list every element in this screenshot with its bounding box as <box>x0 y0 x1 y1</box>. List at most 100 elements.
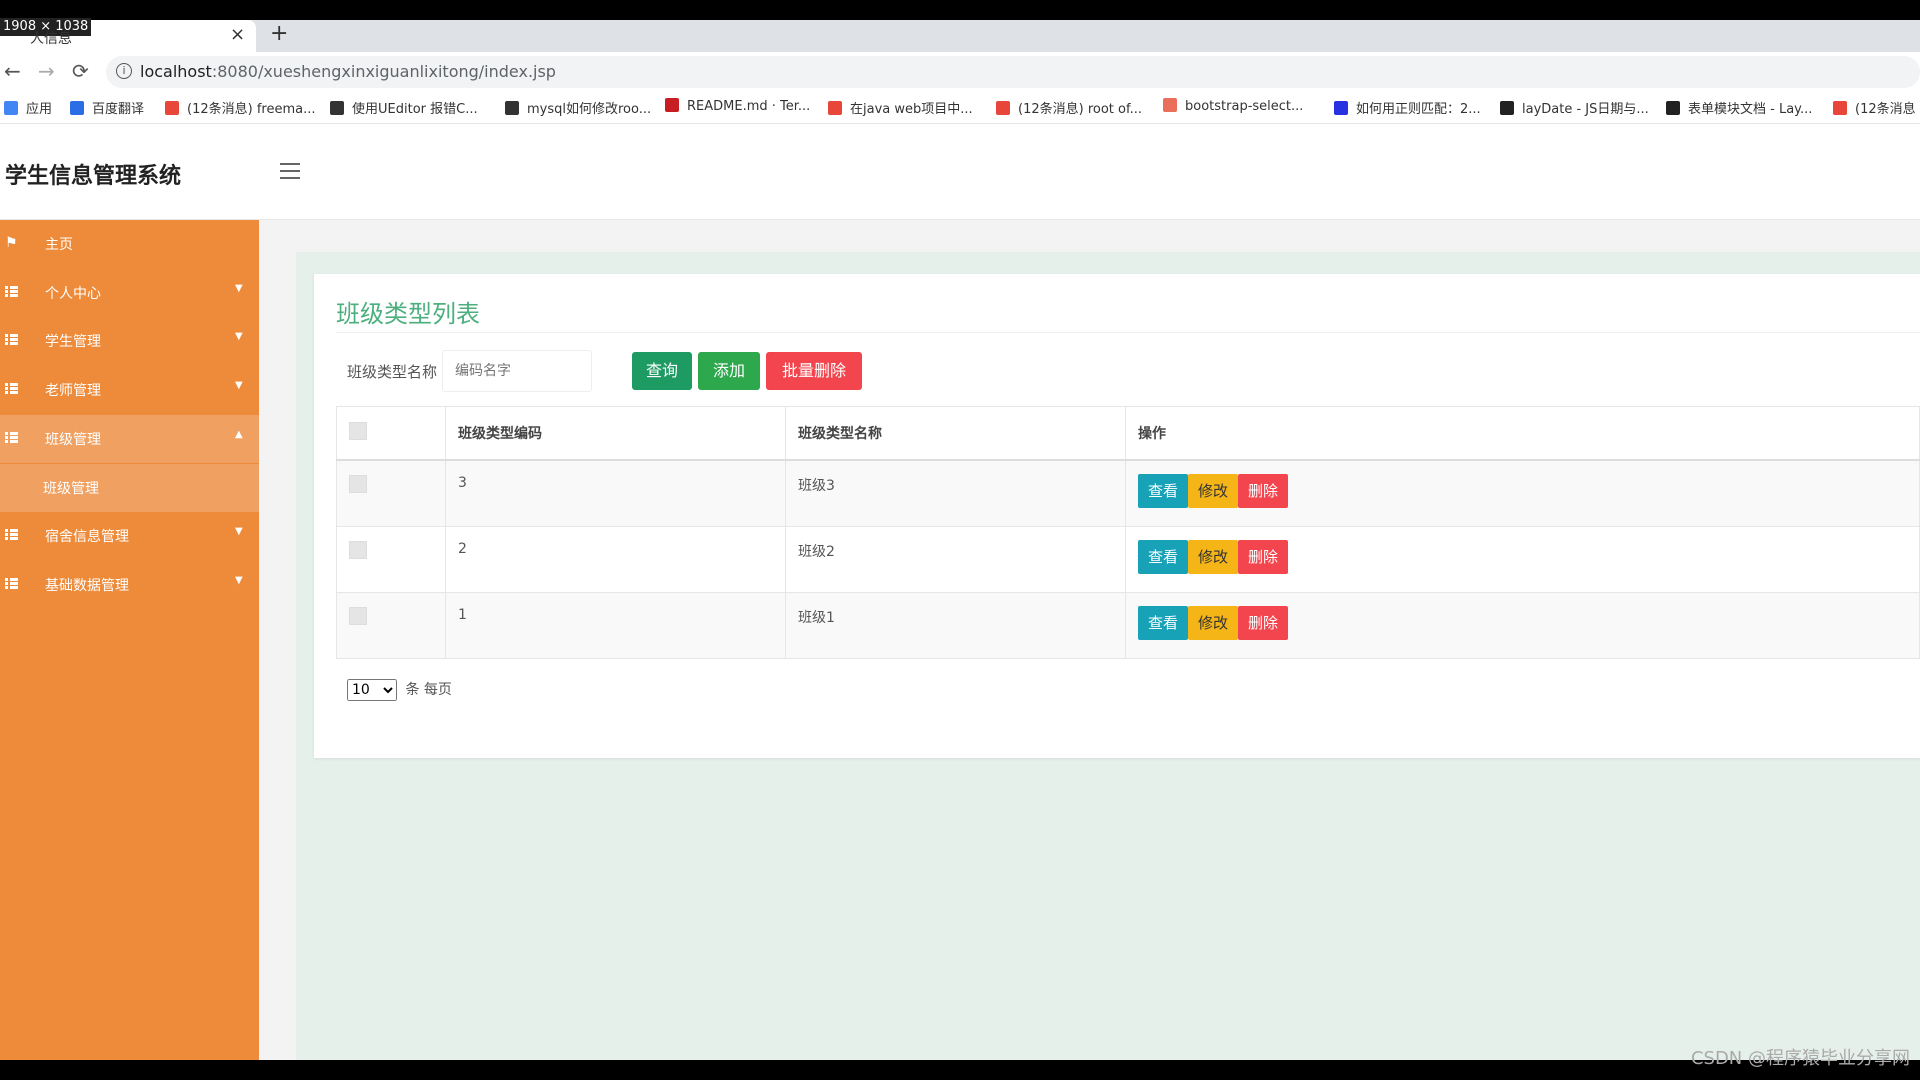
sidebar-item[interactable]: 老师管理 ▼ <box>0 366 259 414</box>
browser-toolbar: ← → ⟳ i localhost:8080/xueshengxinxiguan… <box>0 52 1920 92</box>
bookmarks-bar: 应用 百度翻译 (12条消息) freema... 使用UEditor 报错C... m… <box>0 92 1920 124</box>
edit-button[interactable]: 修改 <box>1188 539 1239 574</box>
grid-list-icon <box>5 529 18 541</box>
bookmark-label: 表单模块文档 - Lay... <box>1688 102 1813 117</box>
caret-down-icon: ▼ <box>235 574 243 586</box>
caret-down-icon: ▼ <box>235 380 243 392</box>
sidebar-item-label: 宿舍信息管理 <box>45 529 129 546</box>
back-arrow-icon[interactable]: ← <box>4 59 21 83</box>
delete-button[interactable]: 删除 <box>1238 474 1289 508</box>
grid-list-icon <box>5 577 18 589</box>
bookmark-item[interactable]: (12条消息 <box>1833 98 1916 117</box>
grid-list-icon <box>5 383 18 395</box>
row-checkbox[interactable] <box>349 606 367 625</box>
browser-tab[interactable]: 1908 × 1038 人信息 × <box>0 18 256 52</box>
row-actions: 查看 修改 删除 <box>1125 525 1920 593</box>
browser-tab-strip: 1908 × 1038 人信息 × + <box>0 18 1920 52</box>
bookmark-label: 应用 <box>26 102 53 117</box>
sidebar-item[interactable]: 基础数据管理 ▼ <box>0 561 259 609</box>
edit-button[interactable]: 修改 <box>1188 605 1239 640</box>
bookmark-item[interactable]: (12条消息) freema... <box>165 98 315 117</box>
info-icon[interactable]: i <box>116 63 132 79</box>
column-header: 操作 <box>1125 406 1920 461</box>
app-title: 学生信息管理系统 <box>5 164 182 189</box>
sidebar-item-label: 基础数据管理 <box>45 577 129 594</box>
layui-icon <box>1500 101 1514 115</box>
bookmark-item[interactable]: 应用 <box>4 98 52 117</box>
sidebar-item[interactable]: 个人中心 ▼ <box>0 269 259 317</box>
bookmark-item[interactable]: 表单模块文档 - Lay... <box>1666 98 1812 117</box>
wolf-icon <box>505 101 519 115</box>
sidebar-item[interactable]: 宿舍信息管理 ▼ <box>0 512 259 560</box>
view-button[interactable]: 查看 <box>1138 474 1189 508</box>
bookmark-item[interactable]: layDate - JS日期与... <box>1500 98 1649 117</box>
query-button[interactable]: 查询 <box>632 352 692 390</box>
reload-icon[interactable]: ⟳ <box>72 59 89 83</box>
search-label: 班级类型名称 <box>347 363 438 381</box>
bookmark-label: 如何用正则匹配：2... <box>1356 102 1481 117</box>
watermark: CSDN @程序猿毕业分享网 <box>1690 1048 1910 1069</box>
new-tab-button[interactable]: + <box>270 21 288 46</box>
class-type-code: 2 <box>445 525 786 593</box>
pagination: 10 条 每页 <box>347 679 452 701</box>
csdn-icon <box>165 101 179 115</box>
url-text[interactable]: localhost:8080/xueshengxinxiguanlixitong… <box>140 62 556 81</box>
jianshu-icon <box>1163 98 1177 112</box>
flag-icon: ⚑ <box>5 235 18 251</box>
select-all-checkbox[interactable] <box>349 422 367 440</box>
class-type-table: 班级类型编码 班级类型名称 操作 3 班级3 查看 修改 删除 2 班级2 查看 修改 删除 1 班级… <box>336 406 1920 659</box>
sidebar-item[interactable]: ⚑ 主页 <box>0 220 259 268</box>
bookmark-item[interactable]: 如何用正则匹配：2... <box>1334 98 1481 117</box>
app-header: 学生信息管理系统 <box>0 124 1920 220</box>
batch-delete-button[interactable]: 批量删除 <box>766 352 862 390</box>
baidu-translate-icon <box>70 101 84 115</box>
bookmark-item[interactable]: README.md · Ter... <box>665 98 810 114</box>
page-size-select[interactable]: 10 <box>347 679 397 701</box>
class-type-name: 班级2 <box>785 525 1126 593</box>
add-button[interactable]: 添加 <box>698 352 760 390</box>
bookmark-label: (12条消息) freema... <box>187 102 316 117</box>
gitee-icon <box>665 98 679 112</box>
class-type-name: 班级3 <box>785 459 1126 527</box>
bookmark-item[interactable]: (12条消息) root of... <box>996 98 1142 117</box>
class-type-code: 3 <box>445 459 786 527</box>
caret-down-icon: ▼ <box>235 282 243 294</box>
column-header: 班级类型编码 <box>445 406 786 461</box>
delete-button[interactable]: 删除 <box>1238 539 1289 574</box>
csdn-icon <box>1833 101 1847 115</box>
bookmark-item[interactable]: 使用UEditor 报错C... <box>330 98 478 117</box>
row-checkbox[interactable] <box>349 540 367 559</box>
bookmark-label: layDate - JS日期与... <box>1522 102 1649 117</box>
tab-close-icon[interactable]: × <box>230 24 245 45</box>
row-checkbox[interactable] <box>349 475 367 493</box>
column-header: 班级类型名称 <box>785 406 1126 461</box>
bookmark-label: mysql如何修改roo... <box>527 102 652 117</box>
bookmark-label: (12条消息 <box>1855 102 1916 117</box>
bookmark-item[interactable]: bootstrap-select... <box>1163 98 1303 114</box>
delete-button[interactable]: 删除 <box>1238 605 1289 640</box>
bookmark-item[interactable]: 百度翻译 <box>70 98 144 117</box>
table-row: 1 班级1 查看 修改 删除 <box>336 591 1920 659</box>
row-actions: 查看 修改 删除 <box>1125 459 1920 527</box>
class-type-name: 班级1 <box>785 591 1126 659</box>
forward-arrow-icon[interactable]: → <box>38 59 55 83</box>
sidebar-item[interactable]: 学生管理 ▼ <box>0 317 259 365</box>
view-button[interactable]: 查看 <box>1138 605 1189 640</box>
bookmark-item[interactable]: mysql如何修改roo... <box>505 98 651 117</box>
bookmark-item[interactable]: 在java web项目中... <box>828 98 973 117</box>
sidebar-item[interactable]: 班级管理 ▲ <box>0 414 259 463</box>
row-select-cell <box>336 525 446 593</box>
csdn-icon <box>996 101 1010 115</box>
sidebar-item-label: 个人中心 <box>45 285 101 302</box>
layui-icon <box>1666 101 1680 115</box>
search-input[interactable] <box>442 350 592 392</box>
view-button[interactable]: 查看 <box>1138 539 1189 574</box>
grid-list-icon <box>5 285 18 297</box>
sidebar-subitem-class-management[interactable]: 班级管理 <box>0 463 259 512</box>
sidebar-item-label: 班级管理 <box>45 431 101 448</box>
row-select-cell <box>336 591 446 659</box>
row-actions: 查看 修改 删除 <box>1125 591 1920 659</box>
address-bar[interactable]: i localhost:8080/xueshengxinxiguanlixito… <box>106 56 1920 88</box>
edit-button[interactable]: 修改 <box>1188 474 1239 508</box>
hamburger-menu-icon[interactable] <box>280 163 300 184</box>
